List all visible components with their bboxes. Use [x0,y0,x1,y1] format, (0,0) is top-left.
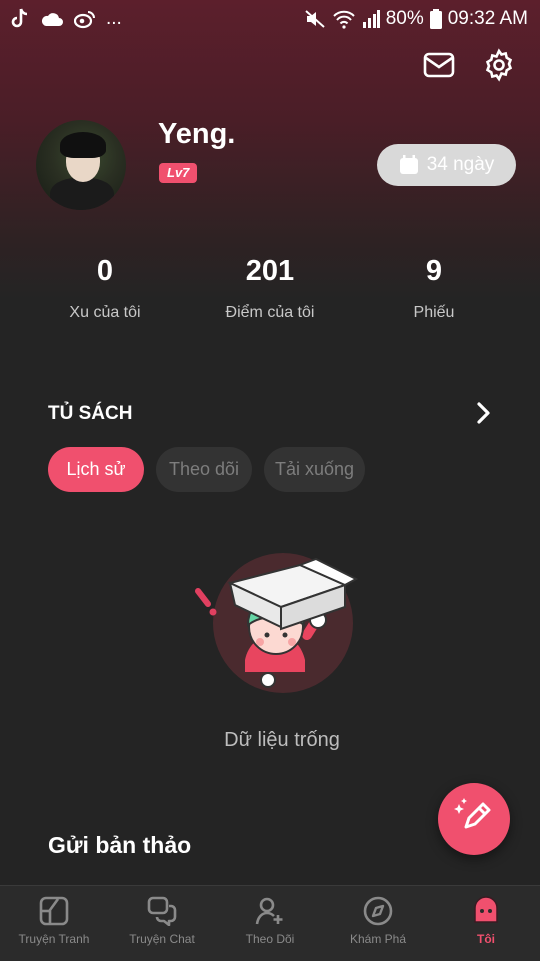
settings-icon[interactable] [482,48,516,82]
checkin-days-button[interactable]: 34 ngày [377,144,516,186]
nav-label: Khám Phá [349,932,407,946]
nav-following[interactable]: Theo Dõi [216,886,324,961]
avatar[interactable] [36,120,126,210]
nav-discover[interactable]: Khám Phá [324,886,432,961]
submit-draft-link[interactable]: Gửi bản thảo [48,832,191,859]
stat-label: Điểm của tôi [225,304,315,321]
tab-history[interactable]: Lịch sử [48,447,144,492]
mail-icon[interactable] [422,48,456,82]
battery-icon [429,9,442,29]
nav-label: Truyện Tranh [18,932,90,946]
clock: 09:32 AM [447,8,528,29]
calendar-icon [399,155,419,175]
bottom-navigation: Truyện Tranh Truyện Chat Theo Dõi Khám P… [0,885,540,961]
level-badge: Lv7 [159,163,198,183]
stat-value: 9 [425,255,443,287]
tab-following[interactable]: Theo dõi [156,447,252,492]
wifi-icon [332,9,356,29]
chat-icon [147,896,177,927]
pencil-icon [454,797,494,842]
stat-coins[interactable]: 0 Xu của tôi [35,255,175,322]
signal-icon [362,10,380,28]
cloud-icon [40,10,64,28]
username: Yeng. [158,118,236,150]
days-label: 34 ngày [426,154,495,175]
me-icon [471,896,501,926]
stat-points[interactable]: 201 Điểm của tôi [200,255,340,322]
follow-icon [255,896,285,926]
nav-comics[interactable]: Truyện Tranh [0,886,108,961]
battery-percent: 80% [385,8,424,29]
comic-icon [39,896,69,926]
tiktok-icon [10,8,30,30]
nav-label: Truyện Chat [129,932,195,946]
empty-state-text: Dữ liệu trống [224,729,340,751]
weibo-icon [74,9,96,29]
nav-label: Theo Dõi [245,932,295,946]
bookshelf-title: TỦ SÁCH [48,403,133,424]
nav-label: Tôi [477,932,495,946]
status-bar: ... 80% 09:32 AM [0,0,540,40]
mute-icon [304,9,326,29]
empty-box-illustration [190,545,360,700]
nav-me[interactable]: Tôi [432,886,540,961]
stat-value: 201 [245,255,295,287]
stat-label: Xu của tôi [69,304,141,321]
stat-tickets[interactable]: 9 Phiếu [364,255,504,322]
tab-downloads[interactable]: Tải xuống [264,447,365,492]
compass-icon [363,896,393,926]
more-notifications: ... [106,8,122,29]
write-fab-button[interactable] [438,783,510,855]
stat-value: 0 [96,255,114,287]
nav-chat-stories[interactable]: Truyện Chat [108,886,216,961]
stat-label: Phiếu [413,304,455,321]
chevron-right-icon[interactable] [474,401,494,425]
header-actions [422,48,516,82]
